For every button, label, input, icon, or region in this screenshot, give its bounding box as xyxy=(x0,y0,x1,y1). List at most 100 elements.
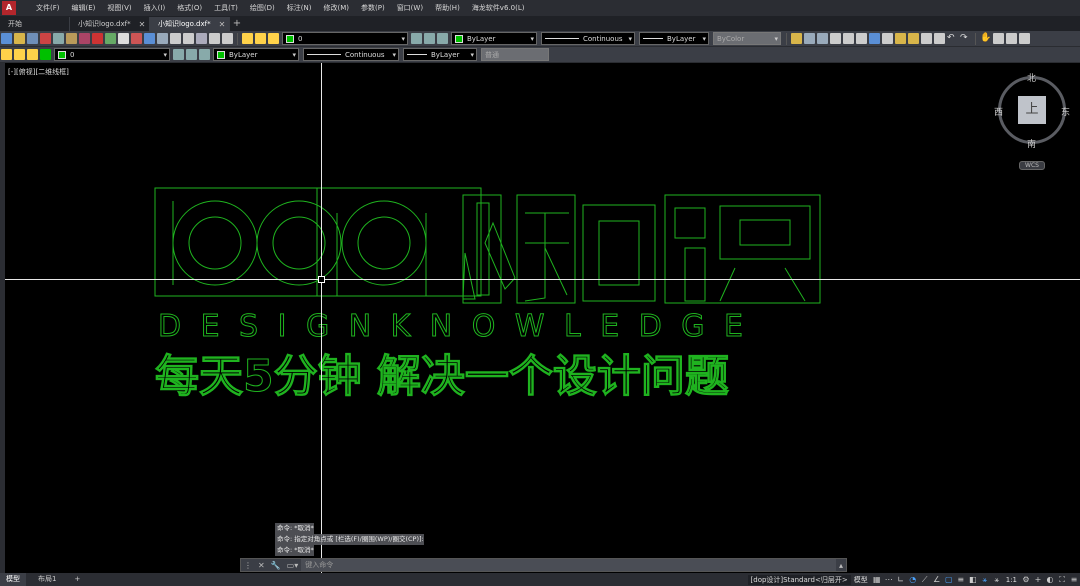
save-as-icon[interactable] xyxy=(817,33,828,44)
customization-menu-icon[interactable]: ≡ xyxy=(1069,575,1079,585)
polar-tracking-icon[interactable]: ◔ xyxy=(908,575,918,585)
drawing-canvas[interactable]: [-][俯视][二维线框] DESIGNKNOWLEDGE 每天5分钟 解决一个… xyxy=(5,63,1080,573)
preview-icon[interactable] xyxy=(170,33,181,44)
menu-parameters[interactable]: 参数(P) xyxy=(355,0,391,16)
open-file-icon[interactable] xyxy=(14,33,25,44)
publish-icon[interactable] xyxy=(183,33,194,44)
layer-dropdown[interactable]: 0 ▾ xyxy=(54,48,170,61)
color-dropdown[interactable]: ByLayer ▾ xyxy=(451,32,537,45)
plus-icon[interactable]: + xyxy=(1033,575,1043,585)
auto-scale-icon[interactable]: ⚹ xyxy=(992,575,1002,585)
dimension-tool-icon[interactable] xyxy=(131,33,142,44)
tab-start[interactable]: 开始 xyxy=(0,17,70,31)
fullscreen-icon[interactable]: ⛶ xyxy=(1057,575,1067,585)
layout-tab-layout1[interactable]: 布局1 xyxy=(26,573,68,586)
layer-isolate-icon[interactable] xyxy=(222,33,233,44)
layer-manager-icon[interactable] xyxy=(186,49,197,60)
layer-previous-icon[interactable] xyxy=(411,33,422,44)
tab-document-2[interactable]: 小知识logo.dxf* ✕ xyxy=(150,17,230,31)
linetype-dropdown[interactable]: Continuous ▾ xyxy=(303,48,399,61)
menu-dimension[interactable]: 标注(N) xyxy=(281,0,318,16)
add-layout-button[interactable]: + xyxy=(68,573,86,586)
compass-east[interactable]: 东 xyxy=(1061,105,1070,118)
plot-preview-icon[interactable] xyxy=(843,33,854,44)
layer-lock-icon[interactable] xyxy=(27,49,38,60)
open-file-icon[interactable] xyxy=(791,33,802,44)
menu-format[interactable]: 格式(O) xyxy=(171,0,208,16)
app-logo-icon[interactable]: A xyxy=(2,1,16,15)
wrench-icon[interactable]: 🔧 xyxy=(271,561,281,570)
layer-dropdown[interactable]: 0 ▾ xyxy=(282,32,408,45)
color-dropdown[interactable]: ByLayer ▾ xyxy=(213,48,299,61)
compass-west[interactable]: 西 xyxy=(994,105,1003,118)
close-icon[interactable]: ✕ xyxy=(219,20,226,29)
make-current-icon[interactable] xyxy=(437,33,448,44)
compass-north[interactable]: 北 xyxy=(1027,71,1036,84)
zoom-previous-icon[interactable] xyxy=(1019,33,1030,44)
print-icon[interactable] xyxy=(157,33,168,44)
menu-insert[interactable]: 插入(I) xyxy=(138,0,172,16)
print-icon[interactable] xyxy=(830,33,841,44)
paste-special-icon[interactable] xyxy=(908,33,919,44)
paste-icon[interactable] xyxy=(66,33,77,44)
annotation-scale[interactable]: 1:1 xyxy=(1003,576,1020,584)
text-tool-icon[interactable] xyxy=(118,33,129,44)
transparency-icon[interactable]: ◧ xyxy=(968,575,978,585)
annotation-visibility-icon[interactable]: ⚹ xyxy=(980,575,990,585)
menu-edit[interactable]: 编辑(E) xyxy=(66,0,102,16)
isodraft-icon[interactable]: ⟋ xyxy=(920,575,930,585)
layer-on-icon[interactable] xyxy=(1,49,12,60)
menu-hailong-plugin[interactable]: 海龙软件v6.0(L) xyxy=(466,0,531,16)
layer-lock-icon[interactable] xyxy=(268,33,279,44)
lineweight-dropdown[interactable]: ByLayer ▾ xyxy=(639,32,709,45)
menu-draw[interactable]: 绘图(D) xyxy=(244,0,281,16)
layer-states-icon[interactable] xyxy=(209,33,220,44)
ortho-icon[interactable]: ∟ xyxy=(896,575,906,585)
publish-icon[interactable] xyxy=(856,33,867,44)
chevron-up-icon[interactable]: ▴ xyxy=(839,561,843,570)
clipboard-icon[interactable] xyxy=(921,33,932,44)
command-input[interactable] xyxy=(301,559,836,571)
copy-icon[interactable] xyxy=(53,33,64,44)
layer-freeze-icon[interactable] xyxy=(14,49,25,60)
viewcube-top-face[interactable]: 上 xyxy=(1018,96,1046,124)
cut-icon[interactable] xyxy=(40,33,51,44)
menu-modify[interactable]: 修改(M) xyxy=(317,0,355,16)
menu-window[interactable]: 窗口(W) xyxy=(391,0,429,16)
viewcube[interactable]: 上 北 南 东 西 WCS xyxy=(994,71,1070,173)
properties-icon[interactable] xyxy=(196,33,207,44)
copy-icon[interactable] xyxy=(882,33,893,44)
pan-icon[interactable]: ✋ xyxy=(980,33,991,44)
menu-tools[interactable]: 工具(T) xyxy=(208,0,244,16)
redo-icon[interactable]: ↷ xyxy=(960,33,971,44)
undo-icon[interactable]: ↶ xyxy=(947,33,958,44)
layer-color-icon[interactable] xyxy=(40,49,51,60)
globe-icon[interactable] xyxy=(869,33,880,44)
linetype-dropdown[interactable]: Continuous ▾ xyxy=(541,32,635,45)
block-icon[interactable] xyxy=(92,33,103,44)
wcs-menu-button[interactable]: WCS xyxy=(1019,161,1045,170)
isolate-objects-icon[interactable]: ◐ xyxy=(1045,575,1055,585)
layout-tab-model[interactable]: 模型 xyxy=(0,573,26,586)
snap-mode-icon[interactable]: ⋯ xyxy=(884,575,894,585)
grid-icon[interactable]: ▦ xyxy=(872,575,882,585)
save-icon[interactable] xyxy=(27,33,38,44)
compass-south[interactable]: 南 xyxy=(1027,137,1036,150)
match-properties-icon[interactable] xyxy=(79,33,90,44)
text-style-status[interactable]: [dop设计]Standard<归层开> xyxy=(747,574,851,585)
match-properties-icon[interactable] xyxy=(934,33,945,44)
tab-document-1[interactable]: 小知识logo.dxf* ✕ xyxy=(70,17,150,31)
layer-on-icon[interactable] xyxy=(242,33,253,44)
command-prompt-icon[interactable]: ▭▾ xyxy=(287,561,299,570)
layer-tool-icon[interactable] xyxy=(105,33,116,44)
close-icon[interactable]: ✕ xyxy=(139,20,146,29)
layer-manager-icon[interactable] xyxy=(424,33,435,44)
menu-help[interactable]: 帮助(H) xyxy=(429,0,466,16)
zoom-realtime-icon[interactable] xyxy=(993,33,1004,44)
make-current-icon[interactable] xyxy=(199,49,210,60)
object-snap-icon[interactable]: ▢ xyxy=(944,575,954,585)
hatch-tool-icon[interactable] xyxy=(144,33,155,44)
save-icon[interactable] xyxy=(804,33,815,44)
grip-icon[interactable]: ⋮ xyxy=(244,561,252,570)
close-icon[interactable]: ✕ xyxy=(258,561,265,570)
